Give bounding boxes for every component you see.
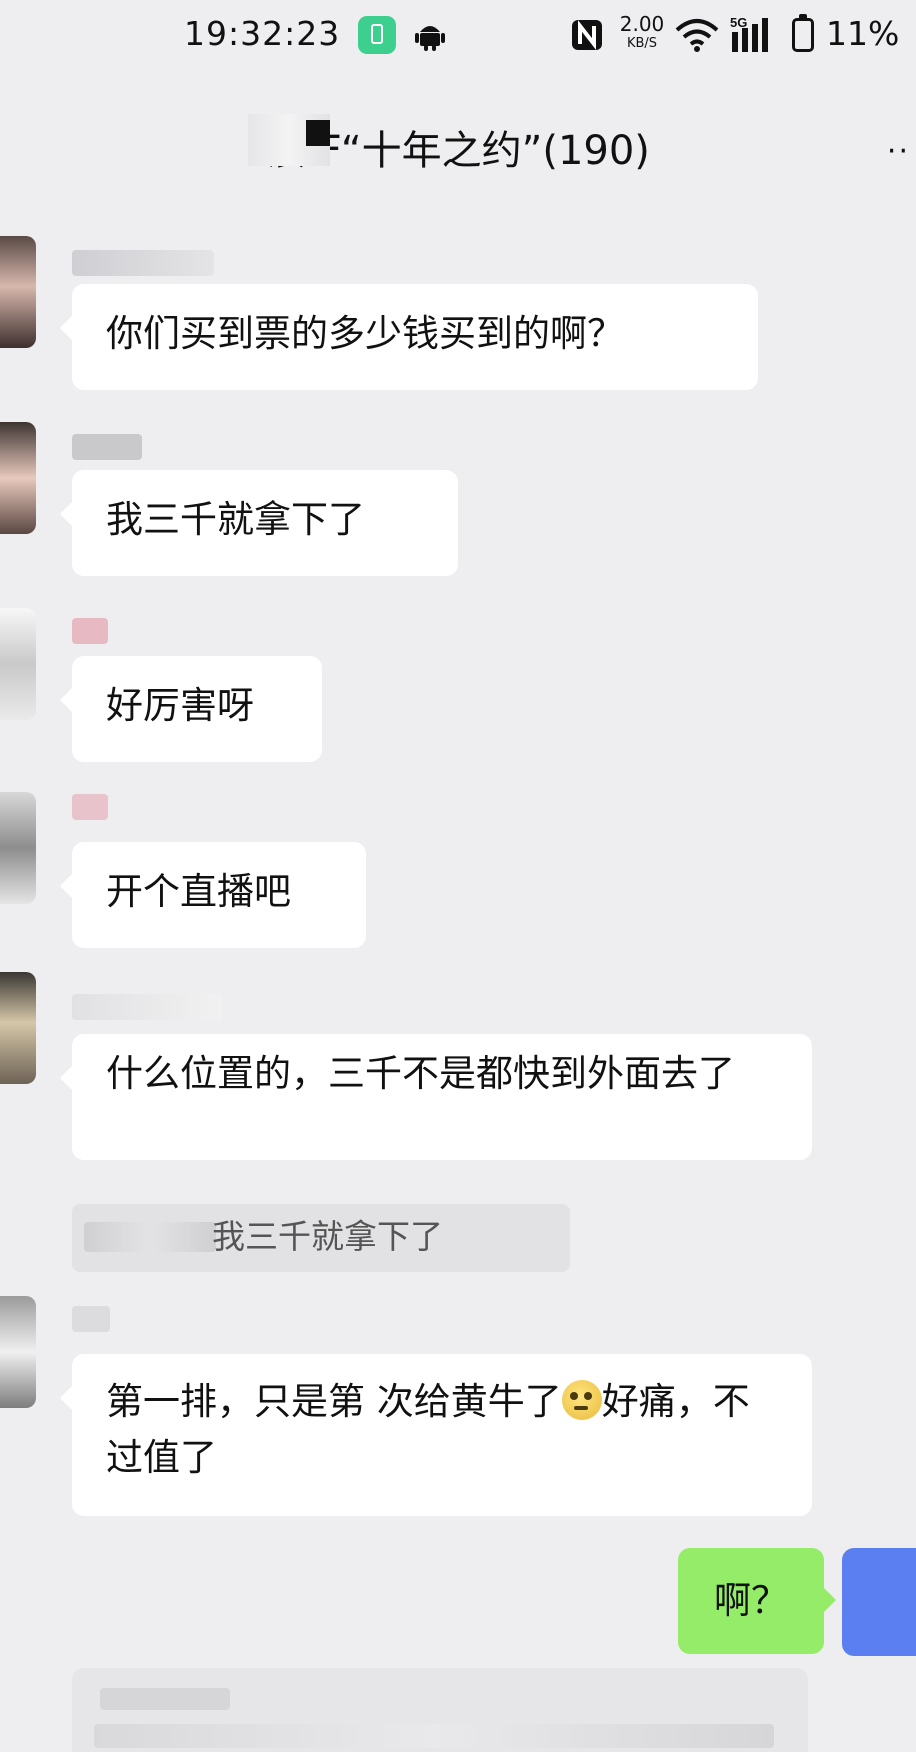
message-bubble-partial[interactable] [72, 1668, 808, 1752]
status-bar: 19:32:23 2.00 KB/S 5G 11% [0, 0, 916, 70]
battery-icon [792, 14, 814, 52]
message-bubble[interactable]: 我三千就拿下了 [60, 470, 458, 576]
sender-name-redacted [72, 794, 108, 820]
avatar[interactable] [0, 792, 36, 904]
quote-sender-redacted [84, 1222, 216, 1252]
message-text-cutoff [94, 1724, 774, 1748]
avatar[interactable] [0, 972, 36, 1084]
self-message-bubble[interactable]: 啊？ [678, 1548, 836, 1654]
quote-text: 我三千就拿下了 [212, 1217, 443, 1256]
nfc-icon [572, 20, 602, 50]
message-bubble[interactable]: 开个直播吧 [60, 842, 366, 948]
message-text: 第一排，只是第 次给黄牛了 [106, 1380, 562, 1423]
sender-name-redacted [72, 994, 222, 1020]
status-time: 19:32:23 [184, 14, 341, 53]
message-bubble[interactable]: 第一排，只是第 次给黄牛了 好痛，不过值了 [60, 1354, 812, 1516]
battery-app-icon [358, 16, 396, 54]
avatar[interactable] [0, 608, 36, 720]
quoted-reply[interactable]: 我三千就拿下了 [72, 1204, 570, 1272]
android-icon [415, 26, 445, 51]
network-speed-value: 2.00 [619, 12, 665, 36]
sender-name-redacted [72, 618, 108, 644]
network-speed: 2.00 KB/S [614, 14, 670, 54]
message-bubble[interactable]: 好厉害呀 [60, 656, 322, 762]
more-icon[interactable]: ·· [887, 134, 910, 169]
network-speed-unit: KB/S [626, 36, 658, 51]
network-type: 5G [730, 15, 747, 30]
message-bubble[interactable]: 你们买到票的多少钱买到的啊？ [60, 284, 758, 390]
sender-name-redacted [72, 434, 142, 460]
sender-name-redacted [72, 250, 214, 276]
chat-title: 汝 F“十年之约”(190) [266, 128, 650, 174]
title-redaction [248, 114, 330, 166]
avatar[interactable] [0, 422, 36, 534]
sender-name-redacted [72, 1306, 110, 1332]
avatar[interactable] [0, 1296, 36, 1408]
chat-header: 汝 F“十年之约”(190) ·· [0, 100, 916, 186]
signal-icon: 5G [730, 15, 768, 52]
self-avatar[interactable] [842, 1548, 916, 1656]
battery-percent: 11% [826, 14, 900, 53]
sender-name-redacted [100, 1688, 230, 1710]
avatar[interactable] [0, 236, 36, 348]
wifi-icon [675, 19, 719, 52]
emoji-icon [561, 1380, 602, 1420]
message-bubble[interactable]: 什么位置的，三千不是都快到外面去了 [60, 1034, 812, 1160]
